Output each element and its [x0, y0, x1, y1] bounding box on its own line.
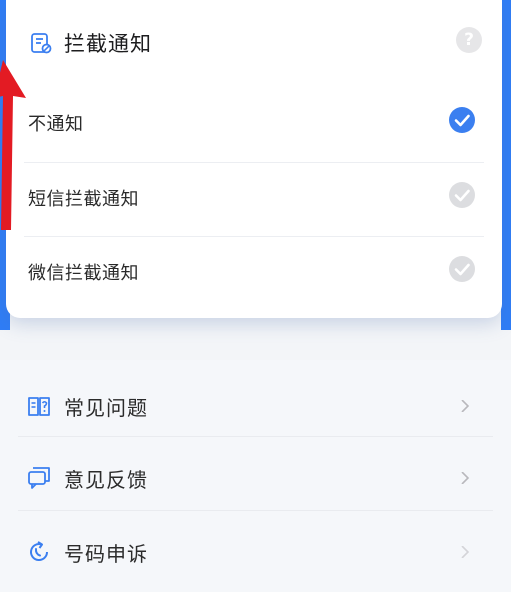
- book-question-icon: [28, 397, 50, 416]
- chevron-right-icon: [461, 400, 470, 412]
- notification-doc-icon: [31, 33, 52, 54]
- menu-item-feedback[interactable]: 意见反馈: [0, 436, 511, 508]
- help-icon[interactable]: ?: [456, 27, 482, 53]
- settings-menu: 常见问题 意见反馈 号码申诉: [0, 360, 511, 592]
- menu-item-number-appeal[interactable]: 号码申诉: [0, 510, 511, 582]
- popup-title: 拦截通知: [64, 32, 152, 56]
- menu-item-label: 常见问题: [64, 396, 148, 420]
- menu-item-label: 号码申诉: [64, 542, 148, 566]
- divider: [18, 436, 493, 437]
- option-label: 短信拦截通知: [28, 189, 139, 210]
- menu-item-label: 意见反馈: [64, 468, 148, 492]
- option-label: 微信拦截通知: [28, 263, 139, 284]
- checkmark-unchecked-icon[interactable]: [448, 255, 476, 283]
- option-no-notify[interactable]: 不通知: [6, 88, 502, 162]
- chat-bubble-icon: [28, 467, 50, 489]
- chevron-right-icon: [461, 546, 470, 558]
- red-arrow-annotation: [0, 60, 26, 230]
- option-sms-notify[interactable]: 短信拦截通知: [6, 163, 502, 237]
- divider: [18, 510, 493, 511]
- menu-item-faq[interactable]: 常见问题: [0, 364, 511, 436]
- option-wechat-notify[interactable]: 微信拦截通知: [6, 237, 502, 311]
- background-strip-right: [501, 0, 511, 330]
- popup-header: 拦截通知 ?: [6, 0, 502, 86]
- option-label: 不通知: [28, 114, 84, 135]
- intercept-notification-popup: 拦截通知 ? 不通知 短信拦截通知 微信拦截通知: [6, 0, 502, 318]
- checkmark-unchecked-icon[interactable]: [448, 181, 476, 209]
- chevron-right-icon: [461, 472, 470, 484]
- checkmark-checked-icon[interactable]: [448, 106, 476, 134]
- refresh-phone-icon: [30, 541, 49, 561]
